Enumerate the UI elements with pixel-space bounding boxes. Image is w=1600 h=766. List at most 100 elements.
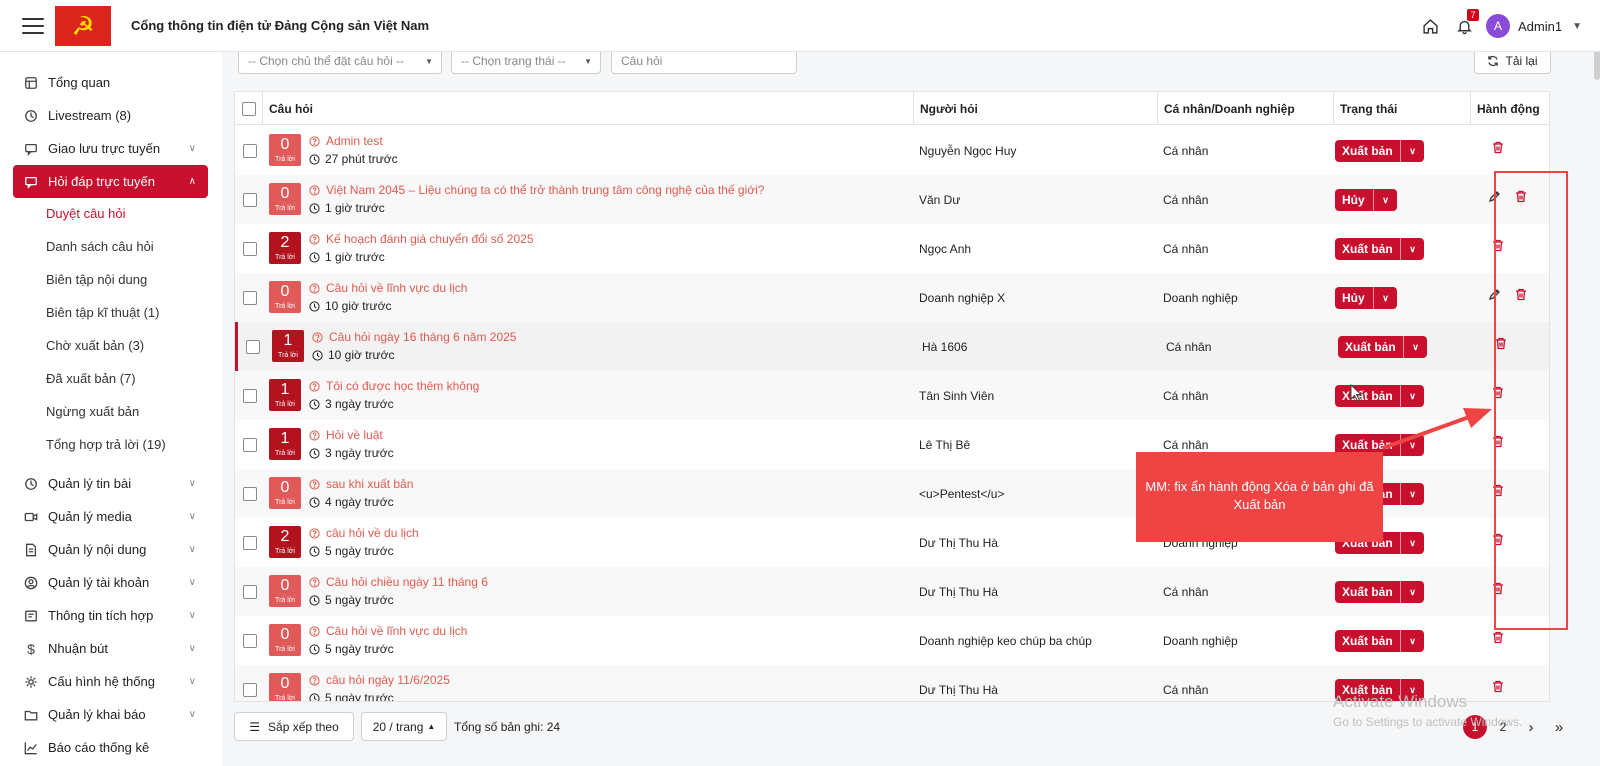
avatar[interactable]: A: [1486, 14, 1511, 38]
status-dropdown-button[interactable]: Xuất bản ∨: [1335, 581, 1424, 603]
status-dropdown-button[interactable]: Hủy ∨: [1335, 189, 1397, 211]
edit-pencil-icon[interactable]: [1488, 190, 1501, 203]
chevron-down-icon[interactable]: ▼: [1572, 21, 1582, 32]
column-header-status[interactable]: Trạng thái: [1333, 92, 1470, 125]
delete-trash-icon[interactable]: [1515, 288, 1527, 301]
table-row[interactable]: 0 Trả lời Admin test 27 phút trước Nguyễn Ng…: [235, 126, 1549, 175]
sidebar-item-online-qa[interactable]: Hỏi đáp trực tuyến ∧: [13, 165, 208, 198]
sidebar-item-overview[interactable]: Tổng quan: [13, 66, 208, 99]
column-header-asker[interactable]: Người hỏi: [913, 92, 1157, 125]
page-size-select[interactable]: 20 / trang ▲: [361, 712, 447, 741]
sidebar-item-declarations[interactable]: Quản lý khai báo ∨: [13, 698, 208, 731]
hamburger-menu-icon[interactable]: [22, 17, 44, 34]
column-header-type[interactable]: Cá nhân/Doanh nghiệp: [1157, 92, 1333, 125]
delete-trash-icon[interactable]: [1492, 484, 1504, 497]
chevron-down-icon[interactable]: ∨: [1400, 581, 1424, 603]
chevron-down-icon[interactable]: ∨: [1400, 140, 1424, 162]
chevron-down-icon[interactable]: ∨: [1373, 189, 1397, 211]
sidebar-item-system-config[interactable]: Cấu hình hệ thống ∨: [13, 665, 208, 698]
chevron-down-icon[interactable]: ∨: [1400, 532, 1424, 554]
row-checkbox[interactable]: [243, 682, 257, 697]
table-row[interactable]: 0 Trả lời Câu hỏi chiều ngày 11 tháng 6 5 n…: [235, 567, 1549, 616]
sidebar-item-royalties[interactable]: $ Nhuận bút ∨: [13, 632, 208, 665]
sidebar-item-livestream[interactable]: Livestream (8): [13, 99, 208, 132]
row-checkbox[interactable]: [243, 290, 257, 305]
sidebar-subitem-awaiting-publish[interactable]: Chờ xuất bản (3): [46, 338, 144, 353]
sort-button[interactable]: ☰ Sắp xếp theo: [234, 712, 354, 741]
sidebar-item-integration[interactable]: Thông tin tích hợp ∨: [13, 599, 208, 632]
status-dropdown-button[interactable]: Hủy ∨: [1335, 287, 1397, 309]
status-dropdown-button[interactable]: Xuất bản ∨: [1335, 630, 1424, 652]
question-title-link[interactable]: Admin test: [309, 134, 383, 148]
sidebar-item-online-exchange[interactable]: Giao lưu trực tuyến ∨: [13, 132, 208, 165]
last-page-icon[interactable]: »: [1547, 715, 1571, 739]
row-checkbox[interactable]: [243, 192, 257, 207]
user-name[interactable]: Admin1: [1518, 19, 1562, 34]
row-checkbox[interactable]: [243, 633, 257, 648]
sidebar-subitem-technical-editing[interactable]: Biên tập kĩ thuật (1): [46, 305, 159, 320]
chevron-down-icon[interactable]: ∨: [1400, 434, 1424, 456]
home-icon[interactable]: [1418, 14, 1442, 38]
table-row[interactable]: 1 Trả lời Câu hỏi ngày 16 tháng 6 năm 2025…: [235, 322, 1549, 371]
column-header-question[interactable]: Câu hỏi: [262, 92, 912, 125]
sidebar-item-articles[interactable]: Quản lý tin bài ∨: [13, 467, 208, 500]
table-row[interactable]: 0 Trả lời Câu hỏi về lĩnh vực du lịch 5 ngà…: [235, 616, 1549, 665]
row-checkbox[interactable]: [243, 584, 257, 599]
delete-trash-icon[interactable]: [1495, 337, 1507, 350]
row-checkbox[interactable]: [246, 339, 260, 354]
question-title-link[interactable]: Kế hoạch đánh giá chuyển đổi số 2025: [309, 232, 534, 246]
next-page-icon[interactable]: ›: [1519, 715, 1543, 739]
sidebar-item-accounts[interactable]: Quản lý tài khoản ∨: [13, 566, 208, 599]
delete-trash-icon[interactable]: [1492, 239, 1504, 252]
chevron-down-icon[interactable]: ∨: [1400, 238, 1424, 260]
sidebar-subitem-question-list[interactable]: Danh sách câu hỏi: [46, 239, 154, 254]
delete-trash-icon[interactable]: [1515, 190, 1527, 203]
row-checkbox[interactable]: [243, 486, 257, 501]
question-title-link[interactable]: Hỏi về luật: [309, 428, 383, 442]
table-row[interactable]: 0 Trả lời Câu hỏi về lĩnh vực du lịch 10 gi…: [235, 273, 1549, 322]
chevron-down-icon[interactable]: ∨: [1400, 483, 1424, 505]
sidebar-subitem-review-questions[interactable]: Duyệt câu hỏi: [46, 206, 126, 221]
delete-trash-icon[interactable]: [1492, 533, 1504, 546]
edit-pencil-icon[interactable]: [1488, 288, 1501, 301]
chevron-down-icon[interactable]: ∨: [1373, 287, 1397, 309]
row-checkbox[interactable]: [243, 388, 257, 403]
row-checkbox[interactable]: [243, 535, 257, 550]
sidebar-item-content[interactable]: Quản lý nội dung ∨: [13, 533, 208, 566]
question-title-link[interactable]: Tôi có được học thêm không: [309, 379, 479, 393]
delete-trash-icon[interactable]: [1492, 435, 1504, 448]
table-row[interactable]: 1 Trả lời Tôi có được học thêm không 3 ngày…: [235, 371, 1549, 420]
delete-trash-icon[interactable]: [1492, 631, 1504, 644]
sidebar-item-reports[interactable]: Báo cáo thống kê: [13, 731, 208, 764]
select-all-checkbox[interactable]: [242, 101, 256, 116]
sidebar-subitem-answer-summary[interactable]: Tổng hợp trả lời (19): [46, 437, 166, 452]
status-dropdown-button[interactable]: Xuất bản ∨: [1335, 238, 1424, 260]
question-title-link[interactable]: Câu hỏi về lĩnh vực du lịch: [309, 624, 467, 638]
question-title-link[interactable]: câu hỏi ngày 11/6/2025: [309, 673, 450, 687]
sidebar-subitem-unpublished[interactable]: Ngừng xuất bản: [46, 404, 139, 419]
question-title-link[interactable]: Câu hỏi ngày 16 tháng 6 năm 2025: [312, 330, 516, 344]
delete-trash-icon[interactable]: [1492, 141, 1504, 154]
question-title-link[interactable]: Câu hỏi về lĩnh vực du lịch: [309, 281, 467, 295]
notification-bell-icon[interactable]: 7: [1452, 9, 1480, 38]
delete-trash-icon[interactable]: [1492, 386, 1504, 399]
question-title-link[interactable]: Việt Nam 2045 – Liệu chúng ta có thể trở…: [309, 183, 764, 197]
sidebar-item-media[interactable]: Quản lý media ∨: [13, 500, 208, 533]
question-title-link[interactable]: Câu hỏi chiều ngày 11 tháng 6: [309, 575, 488, 589]
question-title-link[interactable]: sau khi xuất bản: [309, 477, 413, 491]
question-title-link[interactable]: câu hỏi về du lịch: [309, 526, 419, 540]
sidebar-subitem-content-editing[interactable]: Biên tập nội dung: [46, 272, 147, 287]
sidebar-subitem-published[interactable]: Đã xuất bản (7): [46, 371, 136, 386]
table-row[interactable]: 0 Trả lời Việt Nam 2045 – Liệu chúng ta có…: [235, 175, 1549, 224]
chevron-down-icon[interactable]: ∨: [1403, 336, 1427, 358]
table-row[interactable]: 2 Trả lời Kế hoạch đánh giá chuyển đổi số …: [235, 224, 1549, 273]
row-checkbox[interactable]: [243, 241, 257, 256]
delete-trash-icon[interactable]: [1492, 582, 1504, 595]
status-dropdown-button[interactable]: Xuất bản ∨: [1335, 140, 1424, 162]
status-dropdown-button[interactable]: Xuất bản ∨: [1335, 385, 1424, 407]
status-dropdown-button[interactable]: Xuất bản ∨: [1338, 336, 1427, 358]
row-checkbox[interactable]: [243, 437, 257, 452]
chevron-down-icon[interactable]: ∨: [1400, 630, 1424, 652]
chevron-down-icon[interactable]: ∨: [1400, 385, 1424, 407]
row-checkbox[interactable]: [243, 143, 257, 158]
